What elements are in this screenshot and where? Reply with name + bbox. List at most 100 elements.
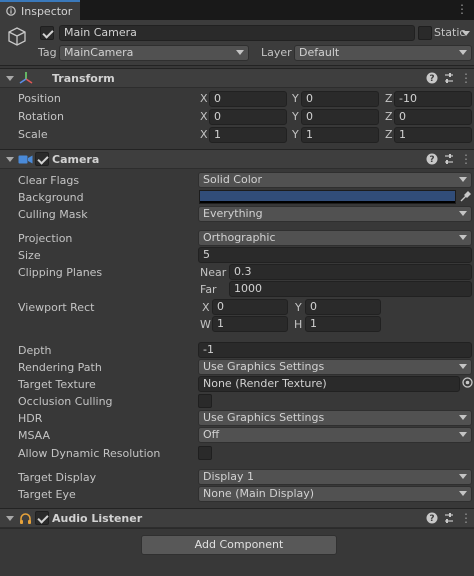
chevron-down-icon <box>236 50 244 55</box>
help-icon[interactable]: ? <box>426 512 438 524</box>
viewport-y-field[interactable]: 0 <box>305 299 381 315</box>
preset-sliders-icon[interactable] <box>443 72 455 84</box>
axis-x-label[interactable]: X <box>200 92 208 105</box>
culling-mask-value: Everything <box>203 207 263 220</box>
background-color-swatch[interactable] <box>199 190 456 204</box>
target-eye-value: None (Main Display) <box>203 487 315 500</box>
svg-text:?: ? <box>429 514 434 524</box>
axis-x-label[interactable]: X <box>200 128 208 141</box>
static-dropdown-arrow-icon[interactable] <box>462 31 470 36</box>
depth-label: Depth <box>18 344 52 357</box>
svg-text:?: ? <box>429 74 434 84</box>
dynamic-resolution-checkbox[interactable] <box>198 446 212 460</box>
add-component-button[interactable]: Add Component <box>141 535 337 555</box>
depth-field[interactable]: -1 <box>198 342 472 358</box>
axis-y-label[interactable]: Y <box>292 110 299 123</box>
audio-listener-title: Audio Listener <box>52 512 143 525</box>
tag-dropdown[interactable]: MainCamera <box>59 45 249 61</box>
audio-listener-enabled-checkbox[interactable] <box>35 511 49 525</box>
help-icon[interactable]: ? <box>426 72 438 84</box>
more-options-icon[interactable]: ⋮ <box>456 2 468 16</box>
object-name-field[interactable]: Main Camera <box>59 25 415 41</box>
clear-flags-dropdown[interactable]: Solid Color <box>198 172 472 188</box>
chevron-down-icon <box>459 50 467 55</box>
target-display-label: Target Display <box>18 471 97 484</box>
axis-z-label[interactable]: Z <box>385 128 393 141</box>
viewport-h-label[interactable]: H <box>294 318 302 331</box>
component-menu-icon[interactable]: ⋮ <box>460 511 472 525</box>
active-checkbox[interactable] <box>40 26 54 40</box>
msaa-dropdown[interactable]: Off <box>198 427 472 443</box>
axis-y-label[interactable]: Y <box>292 128 299 141</box>
hdr-label: HDR <box>18 412 43 425</box>
hdr-dropdown[interactable]: Use Graphics Settings <box>198 410 472 426</box>
size-field[interactable]: 5 <box>198 247 472 263</box>
target-eye-dropdown[interactable]: None (Main Display) <box>198 486 472 502</box>
preset-sliders-icon[interactable] <box>443 153 455 165</box>
clear-flags-label: Clear Flags <box>18 174 80 187</box>
component-menu-icon[interactable]: ⋮ <box>460 71 472 85</box>
viewport-w-field[interactable]: 1 <box>212 316 288 332</box>
tab-inspector[interactable]: Inspector <box>0 0 80 20</box>
rotation-z-field[interactable]: 0 <box>394 109 472 125</box>
object-picker-icon[interactable] <box>462 377 473 388</box>
foldout-arrow-icon[interactable] <box>6 157 14 162</box>
size-label: Size <box>18 249 41 262</box>
tab-bar: Inspector ⋮ <box>0 0 474 20</box>
layer-dropdown[interactable]: Default <box>294 45 472 61</box>
culling-mask-dropdown[interactable]: Everything <box>198 206 472 222</box>
viewport-h-field[interactable]: 1 <box>305 316 381 332</box>
axis-x-label[interactable]: X <box>200 110 208 123</box>
target-texture-label: Target Texture <box>18 378 96 391</box>
chevron-down-icon <box>459 235 467 240</box>
transform-header[interactable]: Transform ? ⋮ <box>0 68 474 88</box>
help-icon[interactable]: ? <box>426 153 438 165</box>
position-z-field[interactable]: -10 <box>394 91 472 107</box>
target-texture-field[interactable]: None (Render Texture) <box>198 376 460 392</box>
axis-z-label[interactable]: Z <box>385 92 393 105</box>
camera-icon <box>18 155 33 164</box>
viewport-w-label[interactable]: W <box>200 318 211 331</box>
scale-x-field[interactable]: 1 <box>209 127 287 143</box>
clipping-planes-label: Clipping Planes <box>18 266 103 279</box>
rotation-x-field[interactable]: 0 <box>209 109 287 125</box>
axis-z-label[interactable]: Z <box>385 110 393 123</box>
headphones-icon <box>20 513 31 524</box>
position-x-field[interactable]: 0 <box>209 91 287 107</box>
axis-y-label[interactable]: Y <box>292 92 299 105</box>
rotation-y-field[interactable]: 0 <box>301 109 379 125</box>
viewport-x-field[interactable]: 0 <box>212 299 288 315</box>
occlusion-culling-checkbox[interactable] <box>198 394 212 408</box>
scale-y-field[interactable]: 1 <box>301 127 379 143</box>
projection-value: Orthographic <box>203 231 276 244</box>
culling-mask-label: Culling Mask <box>18 208 88 221</box>
hdr-value: Use Graphics Settings <box>203 411 325 424</box>
target-display-dropdown[interactable]: Display 1 <box>198 469 472 485</box>
transform-title: Transform <box>52 72 115 85</box>
chevron-down-icon <box>459 177 467 182</box>
clear-flags-value: Solid Color <box>203 173 263 186</box>
viewport-y-label[interactable]: Y <box>295 301 302 314</box>
camera-enabled-checkbox[interactable] <box>35 152 49 166</box>
rendering-path-label: Rendering Path <box>18 361 102 374</box>
target-eye-label: Target Eye <box>18 488 76 501</box>
rendering-path-dropdown[interactable]: Use Graphics Settings <box>198 359 472 375</box>
static-checkbox[interactable] <box>418 26 432 40</box>
audio-listener-header[interactable]: Audio Listener ? ⋮ <box>0 508 474 528</box>
projection-dropdown[interactable]: Orthographic <box>198 230 472 246</box>
preset-sliders-icon[interactable] <box>443 512 455 524</box>
eyedropper-icon[interactable] <box>459 190 472 203</box>
camera-header[interactable]: Camera ? ⋮ <box>0 149 474 169</box>
scale-label: Scale <box>18 128 48 141</box>
far-label[interactable]: Far <box>200 283 217 296</box>
near-field[interactable]: 0.3 <box>229 264 472 280</box>
viewport-x-label[interactable]: X <box>202 301 210 314</box>
near-label[interactable]: Near <box>200 266 226 279</box>
position-y-field[interactable]: 0 <box>301 91 379 107</box>
far-field[interactable]: 1000 <box>229 281 472 297</box>
foldout-arrow-icon[interactable] <box>6 76 14 81</box>
viewport-rect-label: Viewport Rect <box>18 301 95 314</box>
scale-z-field[interactable]: 1 <box>394 127 472 143</box>
component-menu-icon[interactable]: ⋮ <box>460 152 472 166</box>
foldout-arrow-icon[interactable] <box>6 516 14 521</box>
